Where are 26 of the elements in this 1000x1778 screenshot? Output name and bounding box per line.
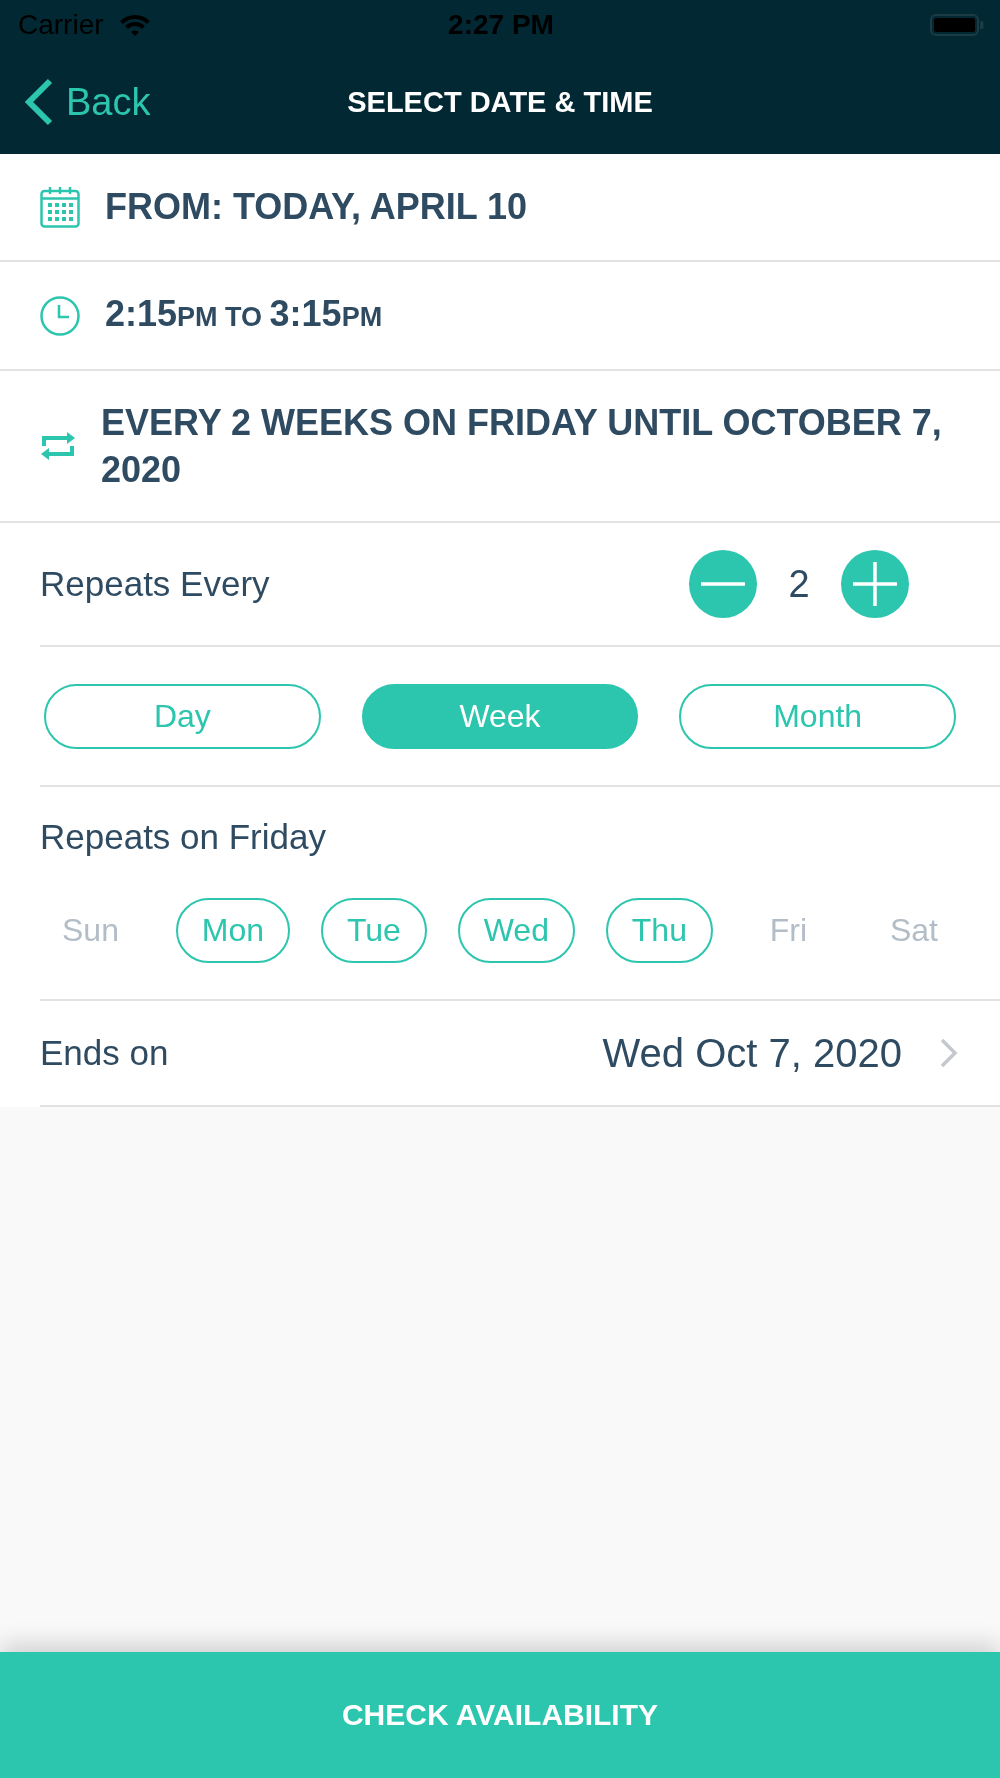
repeat-icon: [40, 429, 76, 463]
interval-unit-option[interactable]: Month: [679, 684, 956, 749]
start-date-text[interactable]: FROM: TODAY, APRIL 10: [105, 187, 970, 227]
minus-icon: [701, 582, 745, 586]
repeats-on-label: Repeats on Friday: [40, 817, 327, 857]
back-button[interactable]: Back: [20, 74, 155, 130]
stepper-value: 2: [787, 562, 811, 606]
clock-icon: [40, 295, 80, 336]
weekday-toggle[interactable]: Wed: [457, 898, 575, 963]
chevron-left-icon: [24, 78, 54, 126]
interval-unit-option[interactable]: Day: [44, 684, 321, 749]
chevron-right-icon[interactable]: [940, 1038, 958, 1068]
screen-title: SELECT DATE & TIME: [347, 85, 653, 119]
weekday-toggle[interactable]: Thu: [605, 898, 713, 963]
plus-icon: [853, 562, 897, 606]
ends-on-label: Ends on: [40, 1033, 170, 1073]
interval-unit-option[interactable]: Week: [361, 684, 639, 749]
repeats-every-label: Repeats Every: [40, 564, 271, 604]
end-date-value[interactable]: Wed Oct 7, 2020: [602, 1030, 902, 1076]
calendar-icon: [40, 186, 80, 228]
weekday-toggle[interactable]: Mon: [175, 898, 291, 963]
recurrence-summary-text[interactable]: EVERY 2 WEEKS ON FRIDAY UNTIL OCTOBER 7, 2020: [101, 399, 970, 493]
weekday-toggle[interactable]: Tue: [320, 898, 427, 963]
time-range-text[interactable]: 2:15PM TO 3:15PM: [105, 294, 970, 337]
battery-icon: [930, 14, 984, 36]
check-availability-button[interactable]: CHECK AVAILABILITY: [0, 1652, 1000, 1778]
